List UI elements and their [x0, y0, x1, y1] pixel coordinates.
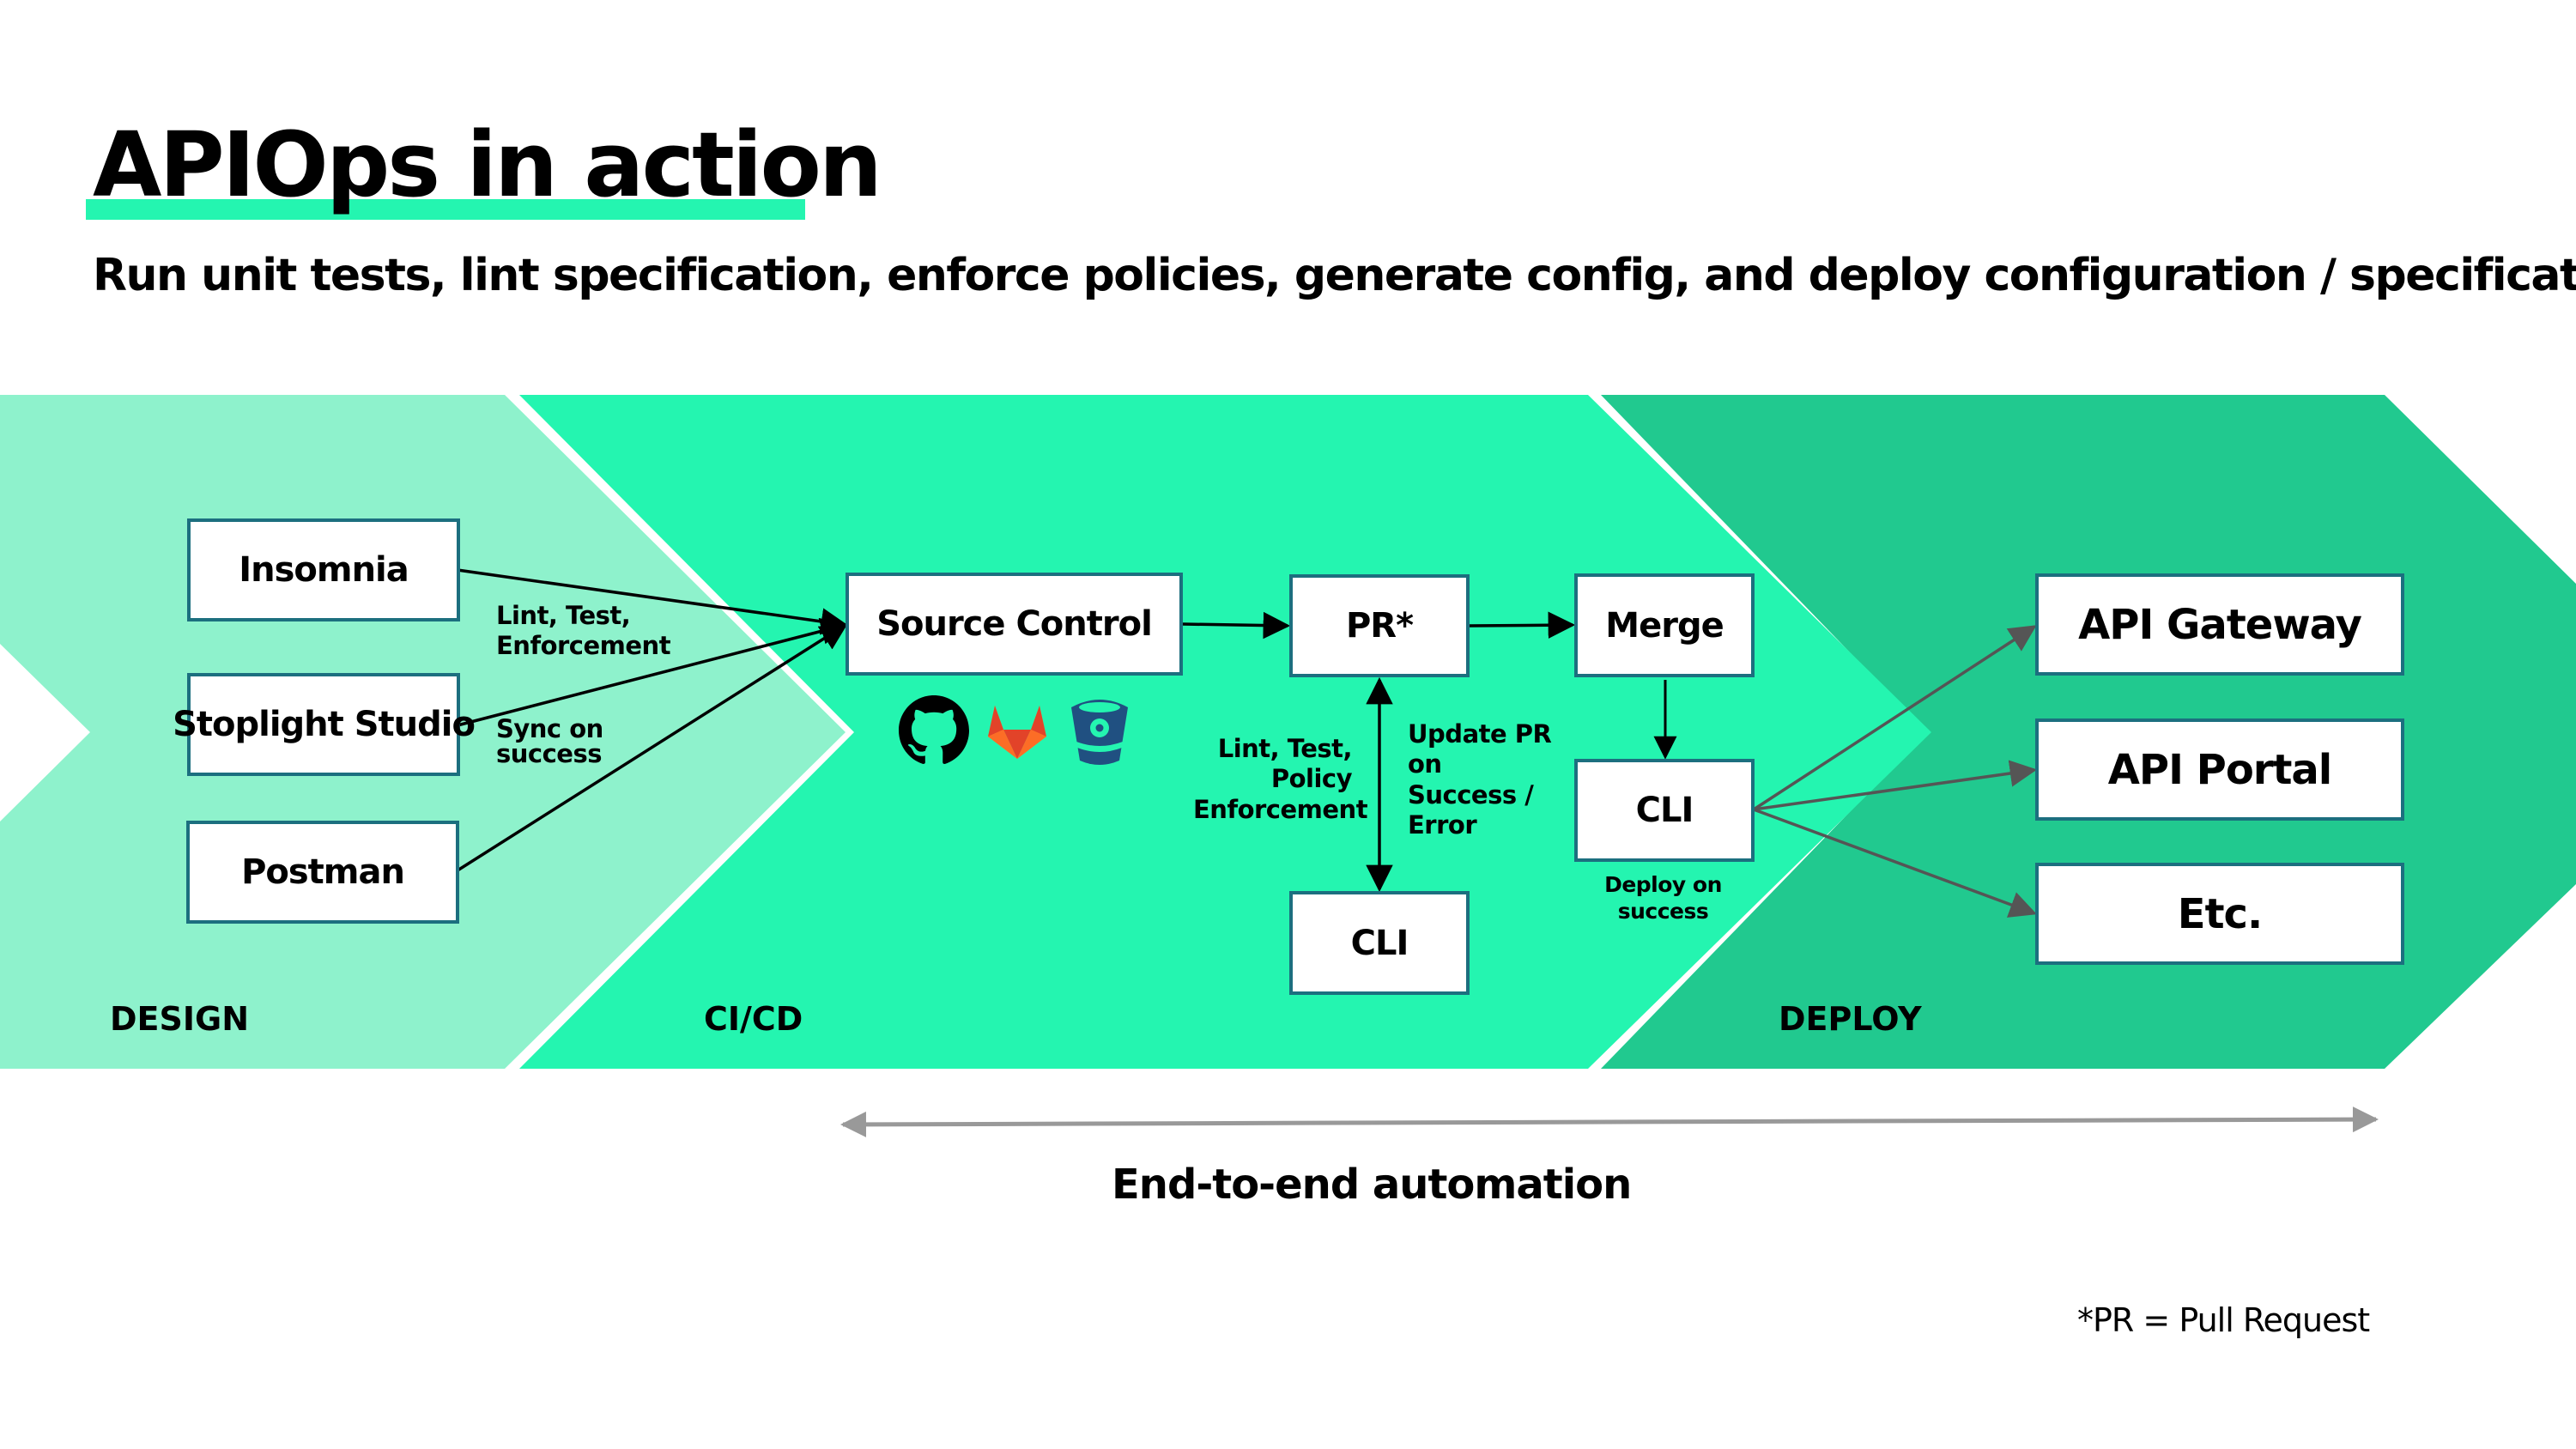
- cli-test-label: CLI: [1350, 923, 1409, 963]
- stage-label-design: DESIGN: [110, 1000, 250, 1038]
- deploy-target-api-portal[interactable]: API Portal: [2035, 718, 2404, 821]
- deploy-on-success-label: Deploy on success: [1604, 872, 1722, 924]
- deploy-target-label: API Gateway: [2078, 600, 2362, 649]
- stage-label-cicd: CI/CD: [704, 1000, 803, 1038]
- tool-box-stoplight-studio[interactable]: Stoplight Studio: [173, 673, 476, 776]
- gitlab-icon: [988, 706, 1046, 759]
- cli-deploy-label: CLI: [1635, 791, 1694, 830]
- source-control-box[interactable]: Source Control: [846, 573, 1183, 676]
- edge-source-pr: [1182, 611, 1291, 640]
- tool-label: Insomnia: [239, 550, 409, 590]
- pr-label: PR*: [1345, 606, 1414, 646]
- bitbucket-icon: [1071, 700, 1128, 765]
- github-icon: [899, 695, 969, 764]
- edge-label-lint-test: Lint, Test, Enforcement: [496, 601, 671, 661]
- edge-label-sync: Sync on success: [496, 714, 603, 768]
- tool-label: Stoplight Studio: [173, 705, 476, 744]
- tool-box-postman[interactable]: Postman: [186, 821, 459, 924]
- stage-label-deploy: DEPLOY: [1779, 1000, 1922, 1038]
- cli-deploy-box[interactable]: CLI: [1574, 759, 1755, 862]
- pr-box[interactable]: PR*: [1289, 574, 1470, 677]
- deploy-target-etc[interactable]: Etc.: [2035, 863, 2404, 965]
- source-control-label: Source Control: [876, 604, 1153, 644]
- automation-arrow: [840, 1106, 2379, 1137]
- merge-label: Merge: [1605, 605, 1724, 646]
- merge-box[interactable]: Merge: [1574, 573, 1755, 677]
- pr-left-label: Lint, Test, Policy Enforcement: [1193, 734, 1368, 824]
- pr-right-label: Update PR on Success / Error: [1408, 719, 1552, 840]
- cli-test-box[interactable]: CLI: [1289, 891, 1470, 995]
- tool-box-insomnia[interactable]: Insomnia: [187, 518, 460, 621]
- automation-label: End-to-end automation: [1112, 1161, 1632, 1209]
- footnote: *PR = Pull Request: [2077, 1301, 2370, 1339]
- deploy-target-api-gateway[interactable]: API Gateway: [2035, 573, 2404, 676]
- edge-pr-merge: [1469, 611, 1576, 639]
- deploy-target-label: API Portal: [2107, 745, 2333, 794]
- deploy-target-label: Etc.: [2177, 889, 2263, 938]
- tool-label: Postman: [241, 852, 405, 892]
